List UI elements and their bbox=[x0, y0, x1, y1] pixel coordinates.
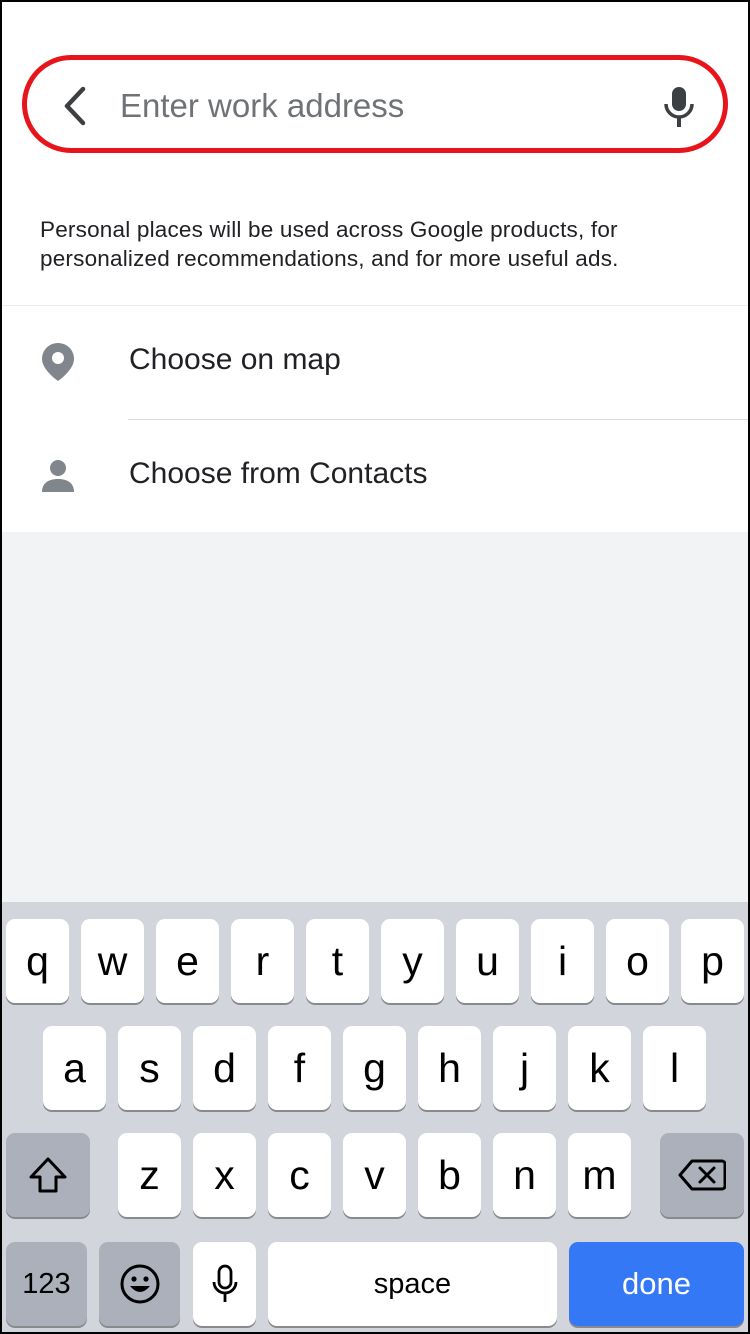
key-o[interactable]: o bbox=[606, 919, 669, 1003]
key-c[interactable]: c bbox=[268, 1133, 331, 1217]
key-v[interactable]: v bbox=[343, 1133, 406, 1217]
emoji-icon bbox=[120, 1264, 159, 1304]
results-empty-area bbox=[2, 532, 748, 902]
key-t[interactable]: t bbox=[306, 919, 369, 1003]
disclaimer-line-1: Personal places will be used across Goog… bbox=[40, 217, 618, 242]
person-icon bbox=[38, 456, 78, 496]
key-l[interactable]: l bbox=[643, 1026, 706, 1110]
key-n[interactable]: n bbox=[493, 1133, 556, 1217]
key-k[interactable]: k bbox=[568, 1026, 631, 1110]
key-a[interactable]: a bbox=[43, 1026, 106, 1110]
backspace-icon bbox=[678, 1159, 726, 1191]
key-h[interactable]: h bbox=[418, 1026, 481, 1110]
choose-from-contacts-option[interactable]: Choose from Contacts bbox=[2, 420, 748, 532]
key-z[interactable]: z bbox=[118, 1133, 181, 1217]
key-p[interactable]: p bbox=[681, 919, 744, 1003]
key-m[interactable]: m bbox=[568, 1133, 631, 1217]
done-key[interactable]: done bbox=[569, 1242, 744, 1326]
key-w[interactable]: w bbox=[81, 919, 144, 1003]
choose-on-map-option[interactable]: Choose on map bbox=[2, 306, 748, 418]
key-j[interactable]: j bbox=[493, 1026, 556, 1110]
work-address-input[interactable] bbox=[120, 78, 640, 134]
key-s[interactable]: s bbox=[118, 1026, 181, 1110]
numbers-key[interactable]: 123 bbox=[6, 1242, 87, 1326]
chevron-left-icon bbox=[64, 86, 86, 126]
onscreen-keyboard: q w e r t y u i o p a s d f g h j k l z … bbox=[2, 902, 748, 1334]
microphone-icon bbox=[664, 87, 694, 127]
space-key[interactable]: space bbox=[268, 1242, 557, 1326]
disclaimer-line-2: personalized recommendations, and for mo… bbox=[40, 246, 619, 271]
voice-search-button[interactable] bbox=[659, 84, 699, 130]
key-g[interactable]: g bbox=[343, 1026, 406, 1110]
personal-places-disclaimer: Personal places will be used across Goog… bbox=[40, 215, 720, 273]
key-u[interactable]: u bbox=[456, 919, 519, 1003]
map-pin-icon bbox=[38, 342, 78, 382]
key-y[interactable]: y bbox=[381, 919, 444, 1003]
key-q[interactable]: q bbox=[6, 919, 69, 1003]
key-b[interactable]: b bbox=[418, 1133, 481, 1217]
option-label: Choose from Contacts bbox=[129, 457, 428, 490]
shift-icon bbox=[29, 1157, 67, 1193]
key-x[interactable]: x bbox=[193, 1133, 256, 1217]
shift-key[interactable] bbox=[6, 1133, 90, 1217]
emoji-key[interactable] bbox=[99, 1242, 180, 1326]
key-f[interactable]: f bbox=[268, 1026, 331, 1110]
search-bar bbox=[22, 55, 728, 153]
option-label: Choose on map bbox=[129, 343, 341, 376]
dictation-key[interactable] bbox=[193, 1242, 256, 1326]
key-i[interactable]: i bbox=[531, 919, 594, 1003]
key-e[interactable]: e bbox=[156, 919, 219, 1003]
back-button[interactable] bbox=[57, 86, 93, 126]
key-d[interactable]: d bbox=[193, 1026, 256, 1110]
key-r[interactable]: r bbox=[231, 919, 294, 1003]
microphone-icon bbox=[212, 1264, 237, 1302]
backspace-key[interactable] bbox=[660, 1133, 744, 1217]
